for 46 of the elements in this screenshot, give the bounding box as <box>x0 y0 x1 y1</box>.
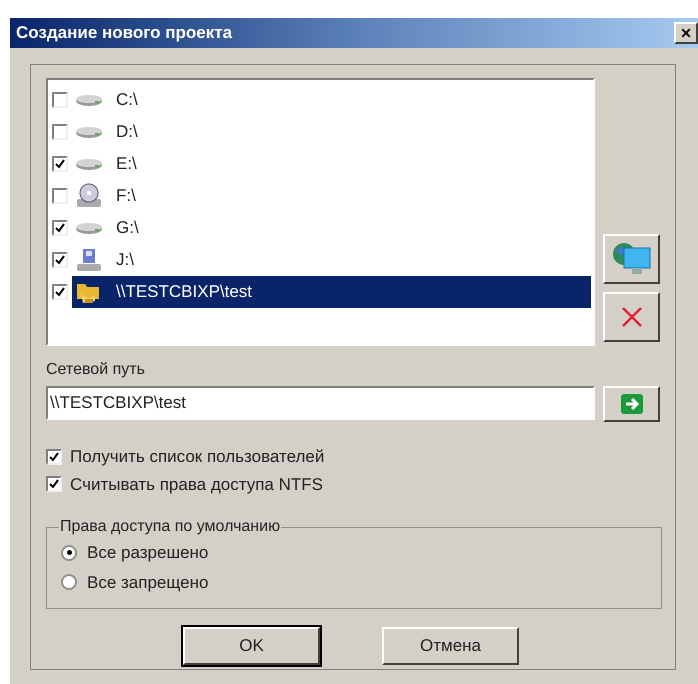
drive-label: G:\ <box>116 217 139 240</box>
drive-item[interactable]: \\TESTCBIXP\test <box>72 276 591 308</box>
network-path-label: Сетевой путь <box>46 360 146 380</box>
drive-label: \\TESTCBIXP\test <box>116 281 252 304</box>
radio-label: Все запрещено <box>87 572 208 594</box>
hard-drive-icon <box>75 221 103 235</box>
checkbox[interactable] <box>46 448 62 465</box>
drive-item[interactable]: J:\ <box>72 244 591 276</box>
dialog-button[interactable]: OK <box>183 627 320 665</box>
drive-item[interactable]: E:\ <box>72 148 591 180</box>
go-button[interactable] <box>603 386 660 422</box>
close-button[interactable]: × <box>674 22 698 44</box>
checkbox[interactable] <box>52 252 68 268</box>
checkbox[interactable] <box>52 124 68 140</box>
hard-drive-icon <box>75 157 103 171</box>
drive-item[interactable]: D:\ <box>72 116 591 148</box>
radio-label: Все разрешено <box>87 542 208 564</box>
drive-item[interactable]: G:\ <box>72 212 591 244</box>
close-icon <box>620 306 642 328</box>
drive-label: D:\ <box>116 121 138 144</box>
option-label: Считывать права доступа NTFS <box>70 474 323 496</box>
dialog-button[interactable]: Отмена <box>382 627 519 665</box>
drive-label: C:\ <box>116 89 138 112</box>
drive-item[interactable]: C:\ <box>72 84 591 116</box>
network-computer-button[interactable] <box>603 234 660 284</box>
option-label: Получить список пользователей <box>70 446 324 468</box>
remove-button[interactable] <box>603 292 660 342</box>
checkbox[interactable] <box>52 156 68 172</box>
network-path-field[interactable]: \\TESTCBIXP\test <box>46 386 596 420</box>
hard-drive-icon <box>75 93 103 107</box>
drive-label: E:\ <box>116 153 137 176</box>
group-title: Права доступа по умолчанию <box>59 517 282 537</box>
checkbox[interactable] <box>52 92 68 108</box>
checkbox[interactable] <box>52 284 68 300</box>
radio-button[interactable] <box>61 574 77 590</box>
checkbox[interactable] <box>52 188 68 204</box>
checkbox[interactable] <box>46 476 62 492</box>
drive-item[interactable]: F:\ <box>72 180 591 212</box>
drive-label: J:\ <box>116 249 134 272</box>
hard-drive-icon <box>75 125 103 139</box>
network-drive-icon <box>75 247 103 273</box>
checkbox[interactable] <box>52 220 68 236</box>
cd-drive-icon <box>75 183 103 209</box>
radio-button[interactable] <box>61 544 77 561</box>
window-title: Создание нового проекта <box>16 22 232 44</box>
drive-label: F:\ <box>116 185 136 208</box>
